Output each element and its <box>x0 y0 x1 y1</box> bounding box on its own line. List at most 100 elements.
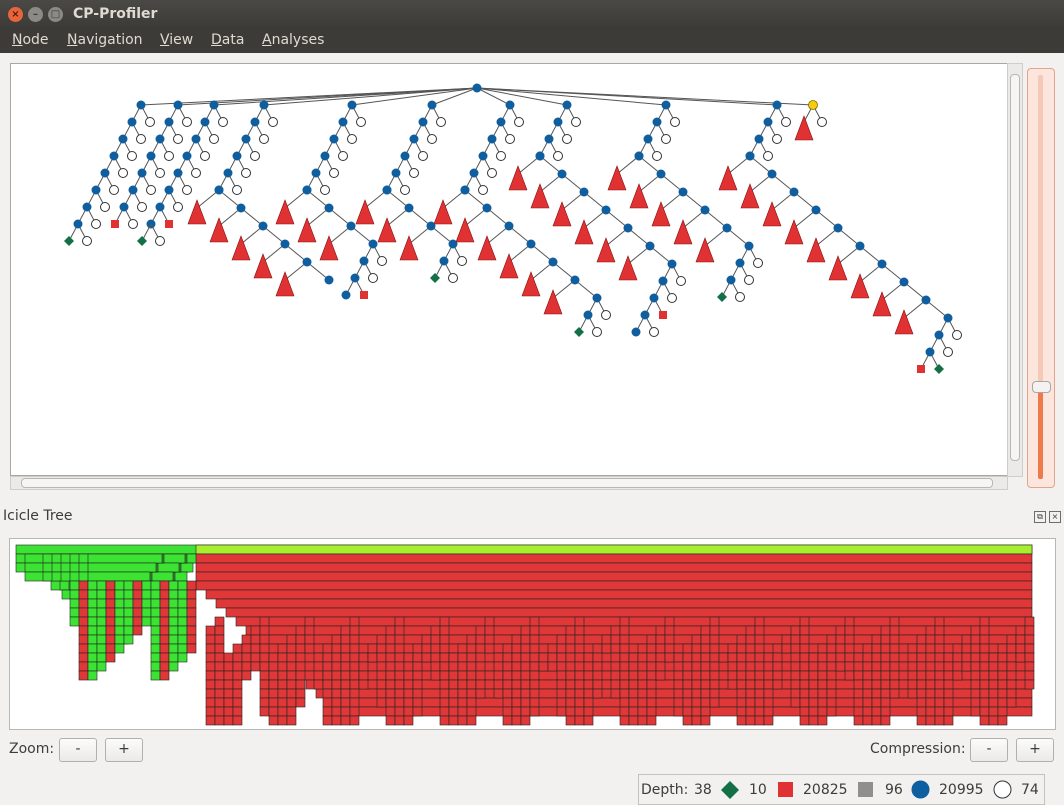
icicle-cell[interactable] <box>159 625 170 636</box>
icicle-cell[interactable] <box>259 643 270 654</box>
icicle-cell[interactable] <box>186 625 197 636</box>
icicle-cell[interactable] <box>502 643 513 654</box>
icicle-cell[interactable] <box>457 661 468 672</box>
icicle-cell[interactable] <box>700 697 711 708</box>
icicle-cell[interactable] <box>132 616 143 627</box>
icicle-cell[interactable] <box>979 661 990 672</box>
icicle-cell[interactable] <box>376 670 387 681</box>
icicle-cell[interactable] <box>123 607 134 618</box>
icicle-cell[interactable] <box>87 607 98 618</box>
icicle-cell[interactable] <box>295 670 306 681</box>
branch-node[interactable] <box>146 151 156 161</box>
icicle-cell[interactable] <box>889 670 900 681</box>
failed-subtree[interactable] <box>574 219 594 245</box>
icicle-cell[interactable] <box>123 634 134 645</box>
icicle-cell[interactable] <box>754 652 765 663</box>
branch-node[interactable] <box>164 117 174 127</box>
icicle-cell[interactable] <box>700 688 711 699</box>
icicle-cell[interactable] <box>394 688 405 699</box>
icicle-cell[interactable] <box>790 670 801 681</box>
icicle-cell[interactable] <box>817 670 828 681</box>
branch-node[interactable] <box>548 257 558 267</box>
icicle-cell[interactable] <box>808 652 819 663</box>
icicle-cell[interactable] <box>610 625 621 636</box>
icicle-cell[interactable] <box>718 652 729 663</box>
icicle-cell[interactable] <box>295 697 306 708</box>
icicle-cell[interactable] <box>520 643 531 654</box>
icicle-cell[interactable] <box>997 706 1008 717</box>
icicle-cell[interactable] <box>907 652 918 663</box>
branch-node[interactable] <box>623 223 633 233</box>
icicle-cell[interactable] <box>754 625 765 636</box>
icicle-cell[interactable] <box>349 706 360 717</box>
icicle-cell[interactable] <box>520 661 531 672</box>
icicle-cell[interactable] <box>177 634 188 645</box>
icicle-cell[interactable] <box>304 634 315 645</box>
icicle-cell[interactable] <box>448 688 459 699</box>
icicle-cell[interactable] <box>403 670 414 681</box>
icicle-cell[interactable] <box>592 652 603 663</box>
icicle-cell[interactable] <box>123 625 134 636</box>
icicle-cell[interactable] <box>511 643 522 654</box>
undetermined-node[interactable] <box>553 151 563 161</box>
icicle-cell[interactable] <box>646 652 657 663</box>
icicle-cell[interactable] <box>150 652 161 663</box>
undetermined-node[interactable] <box>592 327 602 337</box>
icicle-cell[interactable] <box>934 670 945 681</box>
icicle-cell[interactable] <box>232 697 243 708</box>
icicle-cell[interactable] <box>925 652 936 663</box>
undetermined-node[interactable] <box>427 134 437 144</box>
icicle-cell[interactable] <box>583 688 594 699</box>
icicle-cell[interactable] <box>862 652 873 663</box>
branch-node[interactable] <box>640 310 650 320</box>
icicle-cell[interactable] <box>988 697 999 708</box>
icicle-cell[interactable] <box>502 670 513 681</box>
icicle-cell[interactable] <box>817 679 828 690</box>
icicle-cell[interactable] <box>646 643 657 654</box>
icicle-cell[interactable] <box>159 670 170 681</box>
icicle-cell[interactable] <box>871 688 882 699</box>
icicle-cell[interactable] <box>817 652 828 663</box>
icicle-cell[interactable] <box>754 679 765 690</box>
icicle-cell[interactable] <box>979 697 990 708</box>
undetermined-node[interactable] <box>952 330 962 340</box>
icicle-cell[interactable] <box>214 625 225 636</box>
failed-node[interactable] <box>917 365 925 373</box>
icicle-cell[interactable] <box>853 661 864 672</box>
icicle-cell[interactable] <box>871 670 882 681</box>
icicle-cell[interactable] <box>475 634 486 645</box>
icicle-cell[interactable] <box>1006 670 1017 681</box>
icicle-cell[interactable] <box>583 661 594 672</box>
icicle-cell[interactable] <box>367 652 378 663</box>
failed-subtree[interactable] <box>521 271 541 297</box>
icicle-cell[interactable] <box>727 661 738 672</box>
icicle-cell[interactable] <box>925 706 936 717</box>
icicle-cell[interactable] <box>637 697 648 708</box>
branch-node[interactable] <box>544 134 554 144</box>
icicle-cell[interactable] <box>268 688 279 699</box>
undetermined-node[interactable] <box>127 151 137 161</box>
icicle-cell[interactable] <box>439 643 450 654</box>
undetermined-node[interactable] <box>562 134 572 144</box>
icicle-cell[interactable] <box>259 679 270 690</box>
icicle-cell[interactable] <box>799 706 810 717</box>
branch-node[interactable] <box>526 239 536 249</box>
icicle-cell[interactable] <box>763 715 774 726</box>
icicle-cell[interactable] <box>304 625 315 636</box>
horizontal-scroll-thumb[interactable] <box>21 478 993 488</box>
icicle-cell[interactable] <box>862 697 873 708</box>
icicle-cell[interactable] <box>114 625 125 636</box>
icicle-cell[interactable] <box>331 670 342 681</box>
undetermined-node[interactable] <box>329 168 339 178</box>
icicle-cell[interactable] <box>69 598 80 609</box>
icicle-cell[interactable] <box>96 607 107 618</box>
icicle-cell[interactable] <box>331 679 342 690</box>
icicle-cell[interactable] <box>105 589 116 600</box>
icicle-cell[interactable] <box>781 643 792 654</box>
icicle-cell[interactable] <box>205 679 216 690</box>
float-dock-icon[interactable]: ⧉ <box>1034 511 1046 523</box>
icicle-cell[interactable] <box>997 661 1008 672</box>
branch-node[interactable] <box>645 241 655 251</box>
icicle-cell[interactable] <box>934 625 945 636</box>
icicle-cell[interactable] <box>763 688 774 699</box>
